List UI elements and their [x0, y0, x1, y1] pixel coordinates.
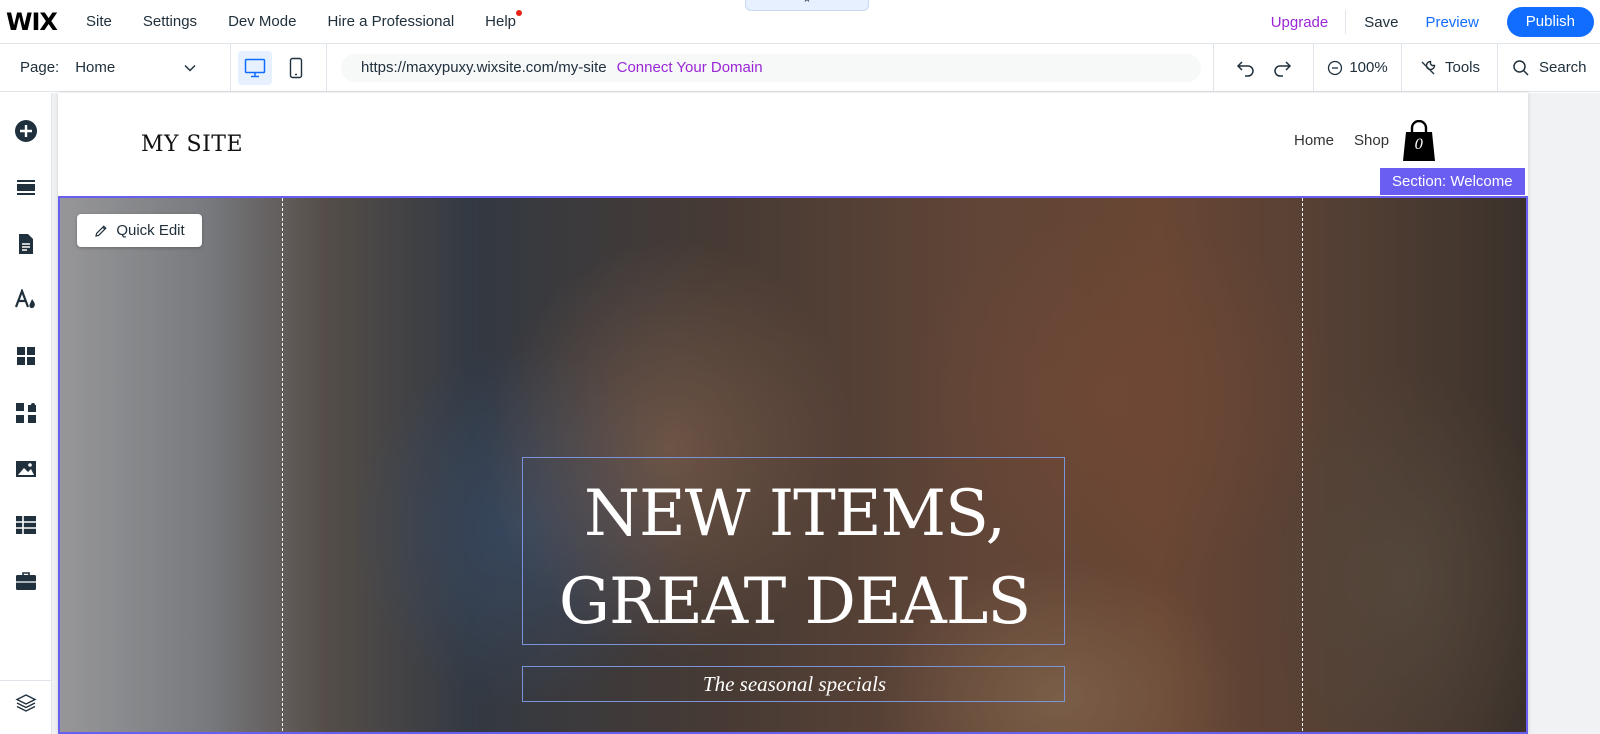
publish-button[interactable]: Publish: [1506, 7, 1594, 37]
media-button[interactable]: [12, 455, 40, 483]
page-value: Home: [75, 59, 116, 76]
headline-text-box[interactable]: NEW ITEMS, GREAT DEALS: [522, 457, 1065, 645]
site-url: https://maxypuxy.wixsite.com/my-site: [361, 59, 607, 76]
top-right-actions: Upgrade Save Preview Publish: [1271, 0, 1600, 44]
tagline-text-box[interactable]: The seasonal specials: [522, 666, 1065, 702]
site-design-icon: [14, 289, 35, 309]
pages-button[interactable]: [12, 230, 40, 258]
editor-toolbar: Page: Home https://maxypuxy.wixsite.com/…: [0, 43, 1600, 92]
search-label: Search: [1539, 59, 1587, 76]
site-nav-home[interactable]: Home: [1294, 132, 1334, 149]
site-nav-shop[interactable]: Shop: [1354, 132, 1389, 149]
menu-settings[interactable]: Settings: [143, 13, 197, 30]
tools-button[interactable]: Tools: [1402, 43, 1498, 92]
add-section-button[interactable]: [12, 173, 40, 201]
business-tools-icon: [16, 403, 36, 423]
undo-icon[interactable]: [1236, 59, 1256, 77]
zoom-control[interactable]: 100%: [1314, 43, 1402, 92]
add-elements-button[interactable]: [12, 117, 40, 145]
quick-edit-button[interactable]: Quick Edit: [77, 214, 202, 247]
site-page: MY SITE Home Shop 0 Section: Welcome Qui…: [58, 93, 1528, 734]
pencil-icon: [95, 224, 107, 237]
business-tools-button[interactable]: [12, 399, 40, 427]
media-icon: [16, 461, 36, 477]
portfolio-icon: [16, 572, 36, 590]
site-nav: Home Shop: [1294, 132, 1389, 149]
device-switcher: [231, 43, 327, 92]
layers-button[interactable]: [12, 689, 40, 717]
menu-hire-a-professional[interactable]: Hire a Professional: [327, 13, 454, 30]
page-label: Page:: [20, 59, 60, 76]
menu-site[interactable]: Site: [86, 13, 112, 30]
site-design-button[interactable]: [12, 286, 40, 314]
grid-guide-left: [282, 198, 283, 732]
quick-edit-label: Quick Edit: [116, 222, 185, 239]
site-header[interactable]: MY SITE Home Shop 0 Section: Welcome: [58, 93, 1528, 196]
add-section-icon: [17, 180, 35, 195]
left-toolbar: [0, 93, 52, 734]
upgrade-link[interactable]: Upgrade: [1271, 14, 1346, 31]
top-menu: Site Settings Dev Mode Hire a Profession…: [86, 10, 547, 30]
tools-label: Tools: [1444, 59, 1481, 76]
zoom-out-icon: [1328, 60, 1343, 75]
cms-button[interactable]: [12, 511, 40, 539]
save-button[interactable]: Save: [1346, 14, 1425, 31]
zoom-level: 100%: [1349, 59, 1388, 76]
menu-dev-mode[interactable]: Dev Mode: [228, 13, 296, 30]
welcome-section[interactable]: Quick Edit NEW ITEMS, GREAT DEALS The se…: [58, 196, 1528, 734]
section-label[interactable]: Section: Welcome: [1380, 168, 1525, 195]
preview-button[interactable]: Preview: [1425, 14, 1506, 31]
connect-domain-link[interactable]: Connect Your Domain: [617, 59, 763, 76]
top-bar: WIX Site Settings Dev Mode Hire a Profes…: [0, 0, 1600, 44]
desktop-icon: [244, 58, 266, 77]
site-url-bar[interactable]: https://maxypuxy.wixsite.com/my-site Con…: [341, 53, 1201, 82]
pages-icon: [19, 234, 33, 254]
mobile-icon: [289, 57, 303, 78]
mobile-view-button[interactable]: [279, 51, 313, 85]
page-selector[interactable]: Page: Home: [0, 43, 231, 92]
layers-icon: [15, 694, 37, 712]
cart-count: 0: [1414, 137, 1424, 153]
redo-icon[interactable]: [1272, 59, 1292, 77]
history-controls: [1214, 43, 1314, 92]
search-button[interactable]: Search: [1498, 44, 1587, 92]
add-apps-icon: [17, 347, 35, 365]
url-area: https://maxypuxy.wixsite.com/my-site Con…: [327, 43, 1214, 92]
wrench-icon: [1421, 60, 1436, 74]
notification-dot: [516, 10, 523, 16]
search-icon: [1513, 59, 1529, 76]
cms-icon: [16, 516, 36, 534]
cart-button[interactable]: 0: [1401, 119, 1437, 162]
add-elements-icon: [15, 120, 37, 142]
menu-help[interactable]: Help: [485, 10, 523, 30]
chevron-down-icon: [184, 64, 196, 72]
collapse-toolbar-button[interactable]: ⌃: [745, 0, 869, 11]
site-title[interactable]: MY SITE: [141, 132, 243, 157]
menu-help-label: Help: [485, 13, 517, 30]
toolbar-divider: [0, 680, 52, 681]
hero-tagline: The seasonal specials: [702, 672, 887, 696]
hero-headline: NEW ITEMS, GREAT DEALS: [558, 477, 1031, 639]
add-apps-button[interactable]: [12, 342, 40, 370]
wix-logo[interactable]: WIX: [6, 8, 86, 36]
desktop-view-button[interactable]: [238, 50, 272, 85]
portfolio-button[interactable]: [12, 567, 40, 595]
grid-guide-right: [1302, 198, 1303, 732]
